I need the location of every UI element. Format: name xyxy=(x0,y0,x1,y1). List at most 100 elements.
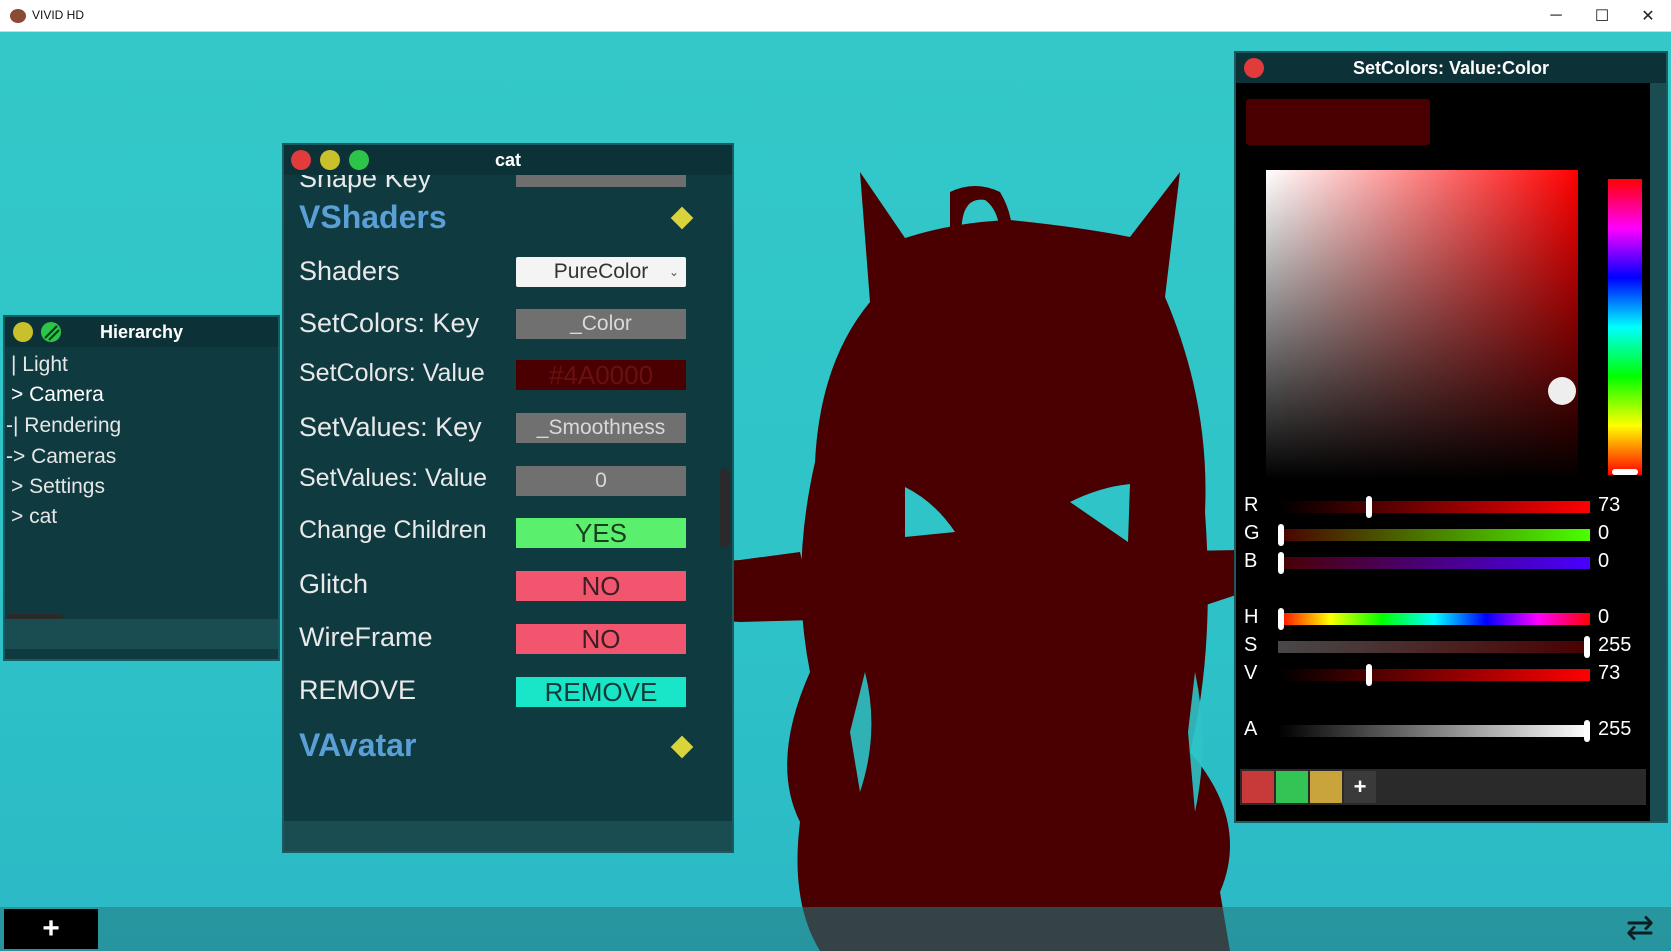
slider-g-value: 0 xyxy=(1598,522,1610,544)
slider-v-knob[interactable] xyxy=(1365,664,1372,686)
slider-h-label: H xyxy=(1244,606,1259,628)
inspector-minimize-button[interactable] xyxy=(320,150,340,170)
slider-a-knob[interactable] xyxy=(1584,720,1590,742)
inspector-scrollbar-track[interactable] xyxy=(718,175,732,787)
slider-a-value: 255 xyxy=(1598,718,1632,740)
close-window-button[interactable]: ✕ xyxy=(1625,0,1671,31)
maximize-button[interactable]: ☐ xyxy=(1579,0,1625,31)
shape-key-label: Shape Key xyxy=(299,175,432,193)
hierarchy-item-camera[interactable]: > Camera xyxy=(11,383,104,407)
slider-v[interactable] xyxy=(1278,664,1590,686)
hierarchy-item-light[interactable]: | Light xyxy=(11,353,68,377)
setvalues-key-label: SetValues: Key xyxy=(299,412,482,442)
hierarchy-scrollbar[interactable] xyxy=(7,614,63,619)
hue-bar-cursor[interactable] xyxy=(1612,469,1638,475)
collapse-icon xyxy=(44,325,60,341)
glitch-label: Glitch xyxy=(299,569,369,599)
3d-viewport[interactable]: Hierarchy | Light > Camera -| Rendering … xyxy=(0,32,1671,951)
chevron-down-icon: ⌄ xyxy=(668,265,679,279)
hue-bar[interactable] xyxy=(1608,179,1642,475)
color-picker-title: SetColors: Value:Color xyxy=(1352,58,1550,78)
hierarchy-maximize-button[interactable] xyxy=(41,322,61,342)
slider-v-label: V xyxy=(1244,662,1258,684)
setvalues-value-label: SetValues: Value xyxy=(299,464,488,492)
section-vshaders-diamond-icon[interactable] xyxy=(670,206,694,230)
inspector-panel: cat Shape Key VShaders Shaders PureColor… xyxy=(284,145,732,851)
setcolors-value-label: SetColors: Value xyxy=(299,359,485,387)
slider-s-value: 255 xyxy=(1598,634,1632,656)
slider-a[interactable] xyxy=(1278,720,1590,742)
window-title-bar: VIVID HD ─ ☐ ✕ xyxy=(0,0,1671,32)
inspector-footer xyxy=(284,821,732,851)
slider-h[interactable] xyxy=(1278,608,1590,630)
hierarchy-item-cat[interactable]: > cat xyxy=(11,505,57,529)
setvalues-key-field[interactable]: _Smoothness xyxy=(516,413,686,443)
inspector-scrollbar-thumb[interactable] xyxy=(720,467,730,548)
slider-h-knob[interactable] xyxy=(1278,608,1284,630)
saturation-value-area[interactable] xyxy=(1266,170,1578,480)
hierarchy-minimize-button[interactable] xyxy=(13,322,33,342)
slider-r-value: 73 xyxy=(1598,494,1621,516)
hierarchy-item-rendering[interactable]: -| Rendering xyxy=(6,414,121,438)
shaders-label: Shaders xyxy=(299,256,400,286)
swatch-red[interactable] xyxy=(1242,771,1274,803)
hierarchy-panel: Hierarchy | Light > Camera -| Rendering … xyxy=(5,317,278,659)
setcolors-key-label: SetColors: Key xyxy=(299,308,480,338)
slider-b-label: B xyxy=(1244,550,1258,572)
setvalues-value-field[interactable]: 0 xyxy=(516,466,686,496)
remove-button[interactable]: REMOVE xyxy=(516,677,686,707)
glitch-toggle[interactable]: NO xyxy=(516,571,686,601)
add-swatch-button[interactable]: + xyxy=(1344,771,1376,803)
inspector-scroll-area[interactable]: Shape Key VShaders Shaders PureColor ⌄ S… xyxy=(284,175,732,787)
color-preview-swatch xyxy=(1246,99,1430,145)
add-button[interactable]: + xyxy=(4,909,98,949)
slider-a-label: A xyxy=(1244,718,1258,740)
wireframe-label: WireFrame xyxy=(299,622,433,652)
slider-v-value: 73 xyxy=(1598,662,1621,684)
swap-icon[interactable]: ⇄ xyxy=(1620,908,1660,948)
minimize-button[interactable]: ─ xyxy=(1533,0,1579,31)
slider-b-value: 0 xyxy=(1598,550,1610,572)
change-children-label: Change Children xyxy=(299,516,487,544)
slider-b[interactable] xyxy=(1278,552,1590,574)
section-vavatar-diamond-icon[interactable] xyxy=(670,735,694,759)
setcolors-key-field[interactable]: _Color xyxy=(516,309,686,339)
change-children-toggle[interactable]: YES xyxy=(516,518,686,548)
color-picker-scrollbar[interactable] xyxy=(1650,83,1666,821)
setcolors-value-field[interactable]: #4A0000 xyxy=(516,360,686,390)
hierarchy-footer xyxy=(5,619,278,649)
color-picker-header: SetColors: Value:Color xyxy=(1236,53,1666,83)
slider-b-knob[interactable] xyxy=(1278,552,1284,574)
slider-r-label: R xyxy=(1244,494,1259,516)
slider-h-value: 0 xyxy=(1598,606,1610,628)
swatch-green[interactable] xyxy=(1276,771,1308,803)
slider-s-label: S xyxy=(1244,634,1258,656)
swatch-palette: + xyxy=(1240,769,1646,805)
color-picker-close-button[interactable] xyxy=(1244,58,1264,78)
shaders-dropdown-value: PureColor xyxy=(553,260,649,283)
section-vshaders[interactable]: VShaders xyxy=(299,199,447,236)
hierarchy-title: Hierarchy xyxy=(99,322,184,342)
hierarchy-item-cameras[interactable]: -> Cameras xyxy=(6,445,116,469)
shaders-dropdown[interactable]: PureColor ⌄ xyxy=(516,257,686,287)
slider-g-label: G xyxy=(1244,522,1260,544)
section-vavatar[interactable]: VAvatar xyxy=(299,727,416,764)
slider-g-knob[interactable] xyxy=(1278,524,1284,546)
app-icon xyxy=(10,9,26,23)
color-picker-panel: SetColors: Value:Color R 73 G 0 B 0 H 0 … xyxy=(1236,53,1666,821)
inspector-maximize-button[interactable] xyxy=(349,150,369,170)
shape-key-field[interactable] xyxy=(516,175,686,187)
bottom-bar xyxy=(0,907,1671,951)
slider-s-knob[interactable] xyxy=(1584,636,1590,658)
swatch-gold[interactable] xyxy=(1310,771,1342,803)
wireframe-toggle[interactable]: NO xyxy=(516,624,686,654)
window-title: VIVID HD xyxy=(32,8,85,22)
inspector-close-button[interactable] xyxy=(291,150,311,170)
hierarchy-item-settings[interactable]: > Settings xyxy=(11,475,105,499)
slider-g[interactable] xyxy=(1278,524,1590,546)
remove-label: REMOVE xyxy=(299,675,417,705)
slider-s[interactable] xyxy=(1278,636,1590,658)
slider-r[interactable] xyxy=(1278,496,1590,518)
slider-r-knob[interactable] xyxy=(1365,496,1372,518)
inspector-title: cat xyxy=(494,150,521,170)
